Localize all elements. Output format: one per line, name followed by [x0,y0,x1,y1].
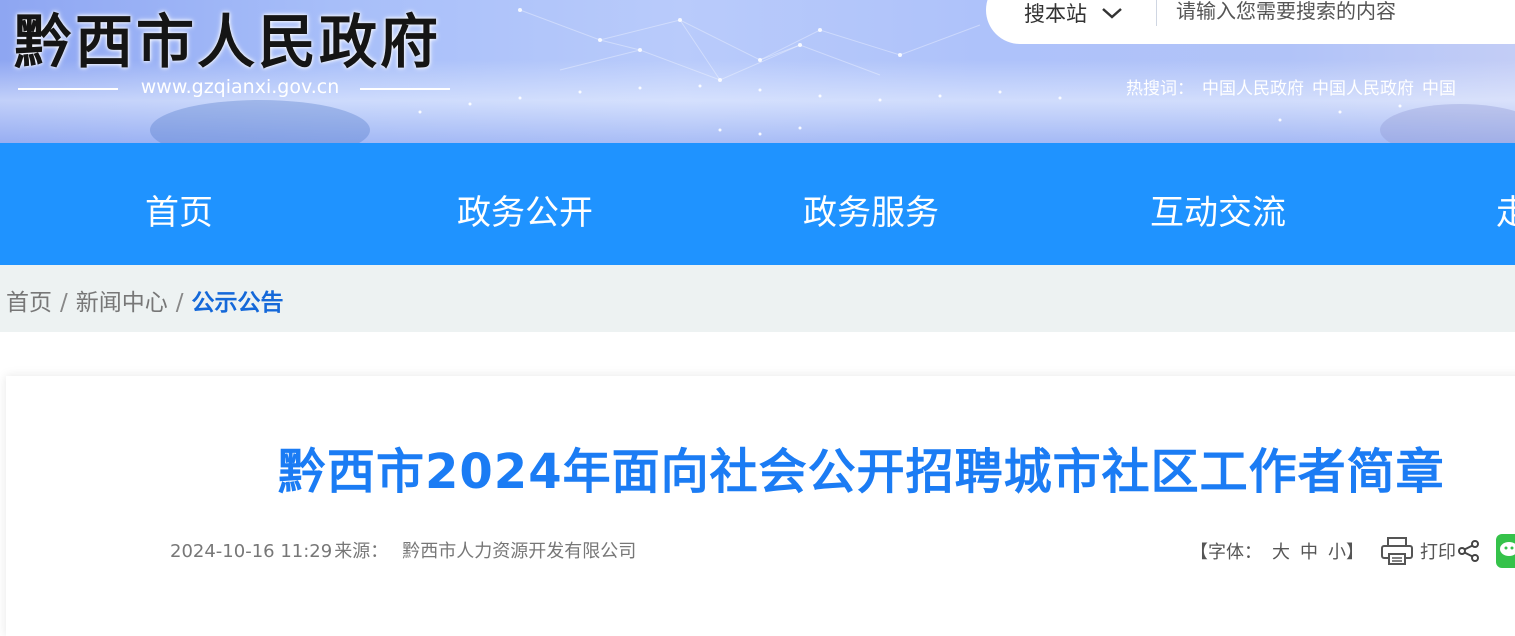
breadcrumb-home[interactable]: 首页 [6,290,52,316]
print-label: 打印 [1420,542,1456,563]
search-divider [1156,0,1157,26]
font-size-small[interactable]: 小 [1328,538,1346,564]
article-title: 黔西市2024年面向社会公开招聘城市社区工作者简章 [278,444,1445,500]
source-value: 黔西市人力资源开发有限公司 [402,541,637,562]
article-tools: 【字体： 大 中 小 】 打印 [1190,536,1480,566]
article-card [6,376,1515,636]
nav-item-home[interactable]: 首页 [145,185,213,234]
header-banner: 黔西市人民政府 www.gzqianxi.gov.cn 搜本站 热搜词： 中国人民… [0,0,1515,143]
font-size-large[interactable]: 大 [1272,538,1290,564]
breadcrumb-bar: 首页 / 新闻中心 / 公示公告 [0,265,1515,332]
share-icon[interactable] [1458,540,1480,562]
print-button[interactable]: 打印 [1380,536,1456,566]
search-scope-label: 搜本站 [1024,2,1087,26]
hot-search-link[interactable]: 中国人民政府 [1202,79,1304,99]
font-size-bracket-close: 】 [1346,542,1364,563]
site-title[interactable]: 黔西市人民政府 [14,4,441,80]
url-rule-right [360,88,450,90]
main-nav: 首页 政务公开 政务服务 互动交流 走 [0,143,1515,265]
nav-item-interaction[interactable]: 互动交流 [1150,185,1286,234]
wechat-icon[interactable] [1496,534,1515,568]
hot-search-link[interactable]: 中国 [1422,79,1456,99]
search-scope-select[interactable]: 搜本站 [1024,0,1125,28]
source-label: 来源： [334,541,389,562]
hot-search-label: 热搜词： [1126,79,1194,99]
search-box: 搜本站 [986,0,1515,44]
print-icon [1381,537,1413,565]
breadcrumb-separator: / [175,290,184,316]
search-input[interactable] [1176,0,1515,26]
breadcrumb-separator: / [60,290,68,316]
wechat-glyph [1500,542,1515,556]
chevron-down-icon [1102,8,1122,19]
nav-item-gov-affairs-open[interactable]: 政务公开 [457,185,593,234]
article-meta: 2024-10-16 11:29 来源： 黔西市人力资源开发有限公司 [170,537,636,563]
url-rule-left [18,88,118,90]
nav-item-partial[interactable]: 走 [1496,185,1515,234]
font-size-medium[interactable]: 中 [1300,538,1318,564]
font-size-label: 【字体： [1190,542,1262,563]
publish-date: 2024-10-16 11:29 [170,541,333,562]
hot-search-link[interactable]: 中国人民政府 [1312,79,1414,99]
breadcrumb-current[interactable]: 公示公告 [192,290,284,316]
breadcrumb: 首页 / 新闻中心 / 公示公告 [6,283,284,317]
nav-item-gov-services[interactable]: 政务服务 [803,185,939,234]
site-url: www.gzqianxi.gov.cn [140,76,340,98]
hot-search-bar: 热搜词： 中国人民政府 中国人民政府 中国 [1126,74,1456,99]
breadcrumb-news-center[interactable]: 新闻中心 [76,290,168,316]
